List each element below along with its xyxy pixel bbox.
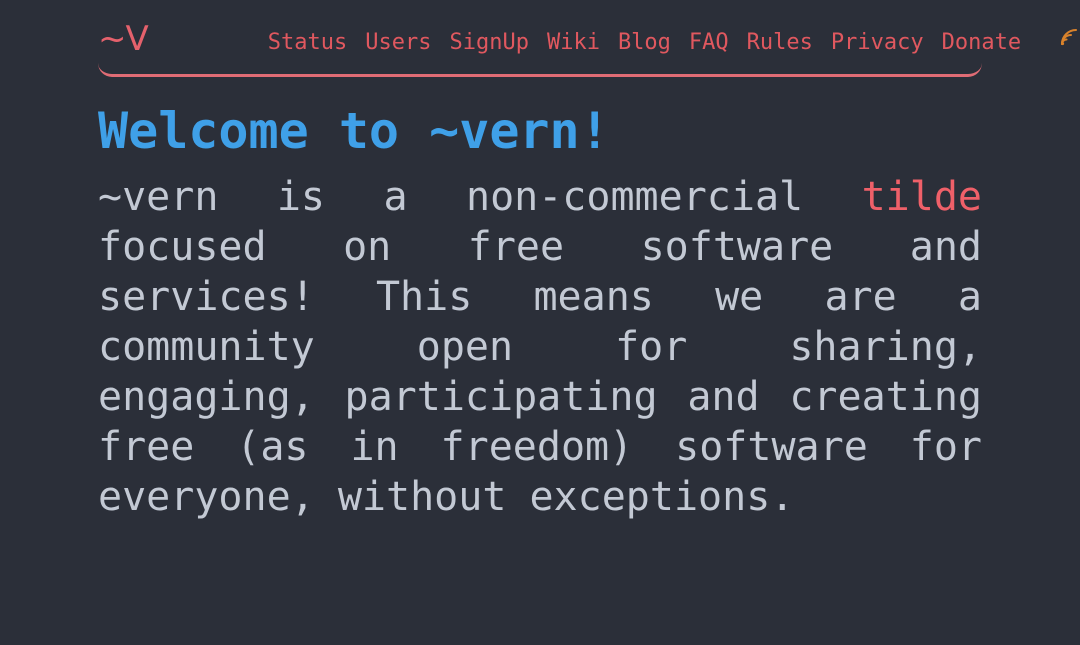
nav-item-wiki[interactable]: Wiki: [547, 31, 600, 54]
rss-feed-link[interactable]: [1057, 25, 1080, 49]
nav-item-blog[interactable]: Blog: [618, 31, 671, 54]
page-title: Welcome to ~vern!: [98, 102, 610, 160]
nav-item-donate[interactable]: Donate: [942, 31, 1021, 54]
site-logo[interactable]: ~V: [98, 22, 156, 56]
nav-item-status[interactable]: Status: [268, 31, 347, 54]
site-header: ~V Status Users SignUp Wiki Blog FAQ Rul…: [98, 0, 1078, 77]
intro-text-before-link: ~vern is a non-commercial: [98, 173, 862, 220]
rss-feed-icon: [1061, 28, 1078, 45]
main-content: Welcome to ~vern! ~vern is a non-commerc…: [98, 77, 982, 522]
intro-paragraph: ~vern is a non-commercial tilde focused …: [98, 172, 982, 522]
nav-item-signup[interactable]: SignUp: [449, 31, 528, 54]
intro-text-after-link: focused on free software and services! T…: [98, 223, 982, 520]
nav-item-rules[interactable]: Rules: [747, 31, 813, 54]
primary-navigation: Status Users SignUp Wiki Blog FAQ Rules …: [268, 25, 1080, 54]
nav-item-privacy[interactable]: Privacy: [831, 31, 924, 54]
rss-dot-icon: [1061, 41, 1065, 45]
tilde-link[interactable]: tilde: [862, 174, 982, 220]
nav-item-faq[interactable]: FAQ: [689, 31, 729, 54]
page-root: ~V Status Users SignUp Wiki Blog FAQ Rul…: [0, 0, 1080, 645]
nav-item-users[interactable]: Users: [365, 31, 431, 54]
